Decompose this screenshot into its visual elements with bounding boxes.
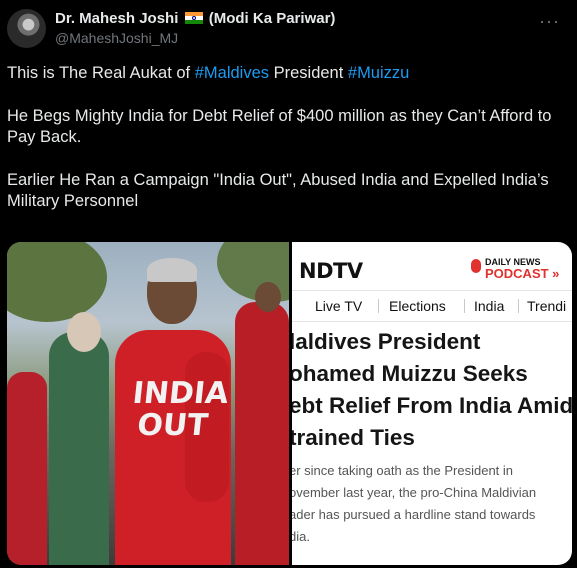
nav-separator — [464, 299, 465, 313]
headline-line: trained Ties — [292, 425, 415, 450]
nav-item-elections: Elections — [389, 298, 446, 314]
article-line: dia. — [292, 529, 310, 544]
nav-item-india: India — [474, 298, 505, 314]
nav-separator — [518, 299, 519, 313]
headline-line: ohamed Muizzu Seeks — [292, 361, 528, 386]
photo-muizzu-india-out[interactable]: INDIA OUT — [7, 242, 289, 565]
hair — [147, 258, 197, 282]
ndtv-nav: Live TV Elections India Trendi — [292, 290, 572, 322]
tweet-media[interactable]: INDIA OUT NDTV DAILY NEWS PODCAST » Live… — [7, 242, 572, 565]
shirt-slogan-line1: INDIA — [130, 376, 231, 411]
article-line: er since taking oath as the President in — [292, 463, 514, 478]
nav-item-live-tv: Live TV — [315, 298, 363, 314]
ndtv-headline: laldives President ohamed Muizzu Seeks e… — [292, 326, 572, 454]
nav-item-trending: Trendi — [527, 298, 567, 314]
shirt-slogan: INDIA OUT — [128, 376, 231, 443]
ndtv-article-text: er since taking oath as the President in… — [292, 460, 536, 548]
tweet-text-segment: President — [269, 64, 348, 82]
tweet-paragraph-1: This is The Real Aukat of #Maldives Pres… — [7, 63, 572, 85]
ellipsis-icon[interactable]: ··· — [539, 11, 560, 32]
author-name[interactable]: Dr. Mahesh Joshi (Modi Ka Pariwar) — [55, 10, 335, 27]
article-line: ader has pursued a hardline stand toward… — [292, 507, 536, 522]
microphone-icon — [471, 259, 481, 273]
tweet-text-segment: This is The Real Aukat of — [7, 64, 195, 82]
india-flag-icon — [184, 12, 203, 24]
author-name-suffix: (Modi Ka Pariwar) — [208, 10, 336, 27]
headline-line: laldives President — [292, 329, 481, 354]
hashtag-maldives[interactable]: #Maldives — [195, 64, 269, 82]
hashtag-muizzu[interactable]: #Muizzu — [348, 64, 409, 82]
author-avatar[interactable] — [7, 9, 46, 48]
author-handle[interactable]: @MaheshJoshi_MJ — [55, 30, 178, 46]
shirt-slogan-line2: OUT — [135, 408, 210, 443]
podcast-label-bottom: PODCAST » — [485, 266, 560, 281]
ndtv-screenshot[interactable]: NDTV DAILY NEWS PODCAST » Live TV Electi… — [292, 242, 572, 565]
ndtv-logo: NDTV — [299, 259, 363, 283]
tweet-paragraph-2: He Begs Mighty India for Debt Relief of … — [7, 106, 552, 147]
article-line: ovember last year, the pro-China Maldivi… — [292, 485, 537, 500]
tweet-text: This is The Real Aukat of #Maldives Pres… — [7, 63, 572, 234]
headline-line: ebt Relief From India Amid — [292, 393, 572, 418]
author-name-text: Dr. Mahesh Joshi — [55, 10, 179, 27]
tweet-paragraph-3: Earlier He Ran a Campaign "India Out", A… — [7, 170, 549, 211]
nav-separator — [378, 299, 379, 313]
